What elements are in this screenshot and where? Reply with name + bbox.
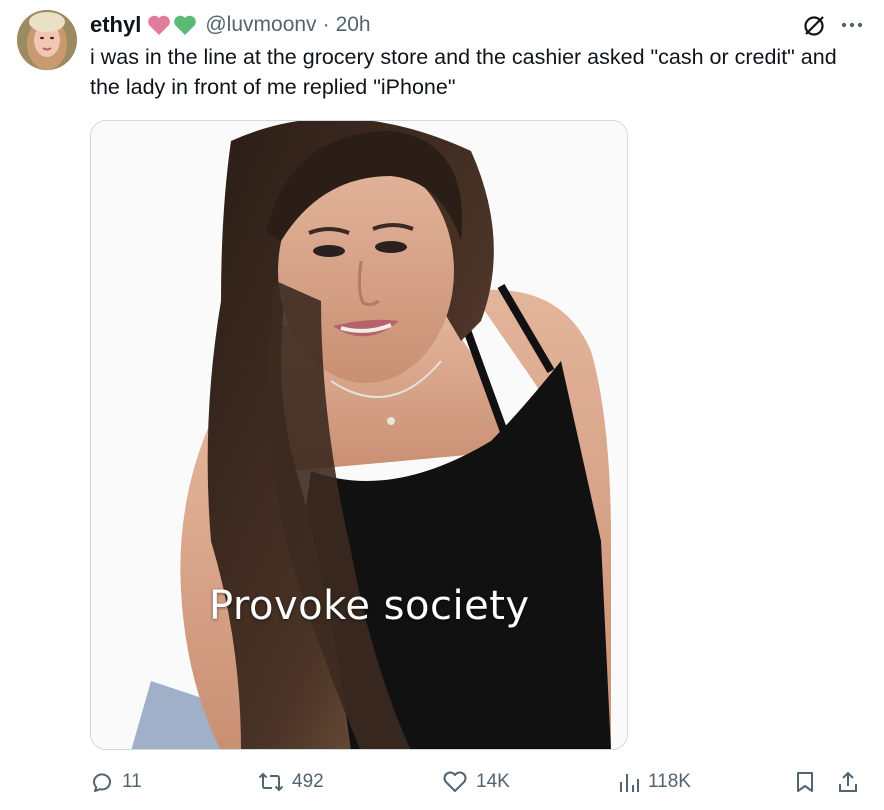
repost-button[interactable]: 492 xyxy=(258,764,324,800)
repost-count: 492 xyxy=(292,771,324,792)
separator-dot: · xyxy=(322,13,330,36)
reply-count: 11 xyxy=(122,771,142,792)
timestamp[interactable]: 20h xyxy=(336,13,371,37)
author-handle[interactable]: @luvmoonv xyxy=(205,13,316,37)
header-actions xyxy=(802,10,864,40)
repost-icon xyxy=(258,772,284,792)
like-button[interactable]: 14K xyxy=(442,764,510,800)
tweet-media[interactable]: Provoke society xyxy=(90,120,628,750)
views-count: 118K xyxy=(648,771,691,792)
media-caption: Provoke society xyxy=(209,583,530,629)
views-button[interactable]: 118K xyxy=(618,764,691,800)
bookmark-button[interactable] xyxy=(794,764,816,800)
avatar[interactable] xyxy=(17,10,77,70)
pink-heart-icon xyxy=(148,15,171,35)
tweet-actions: 11 492 14K 118K xyxy=(90,764,870,800)
like-count: 14K xyxy=(476,771,510,792)
author-name[interactable]: ethyl xyxy=(90,12,141,38)
reply-button[interactable]: 11 xyxy=(90,764,142,800)
tweet-text: i was in the line at the grocery store a… xyxy=(90,45,837,99)
green-heart-icon xyxy=(174,15,197,35)
bookmark-icon xyxy=(797,772,813,792)
views-chart-icon xyxy=(620,774,639,792)
tweet-header: ethyl @luvmoonv · 20h xyxy=(90,10,864,40)
heart-icon xyxy=(443,771,467,792)
reply-icon xyxy=(92,773,111,792)
media-photo xyxy=(91,121,627,749)
slash-circle-icon[interactable] xyxy=(802,12,828,38)
emoji-hearts xyxy=(147,14,197,36)
more-dots-icon[interactable] xyxy=(840,20,864,30)
share-button[interactable] xyxy=(836,764,860,800)
share-icon xyxy=(839,771,857,792)
